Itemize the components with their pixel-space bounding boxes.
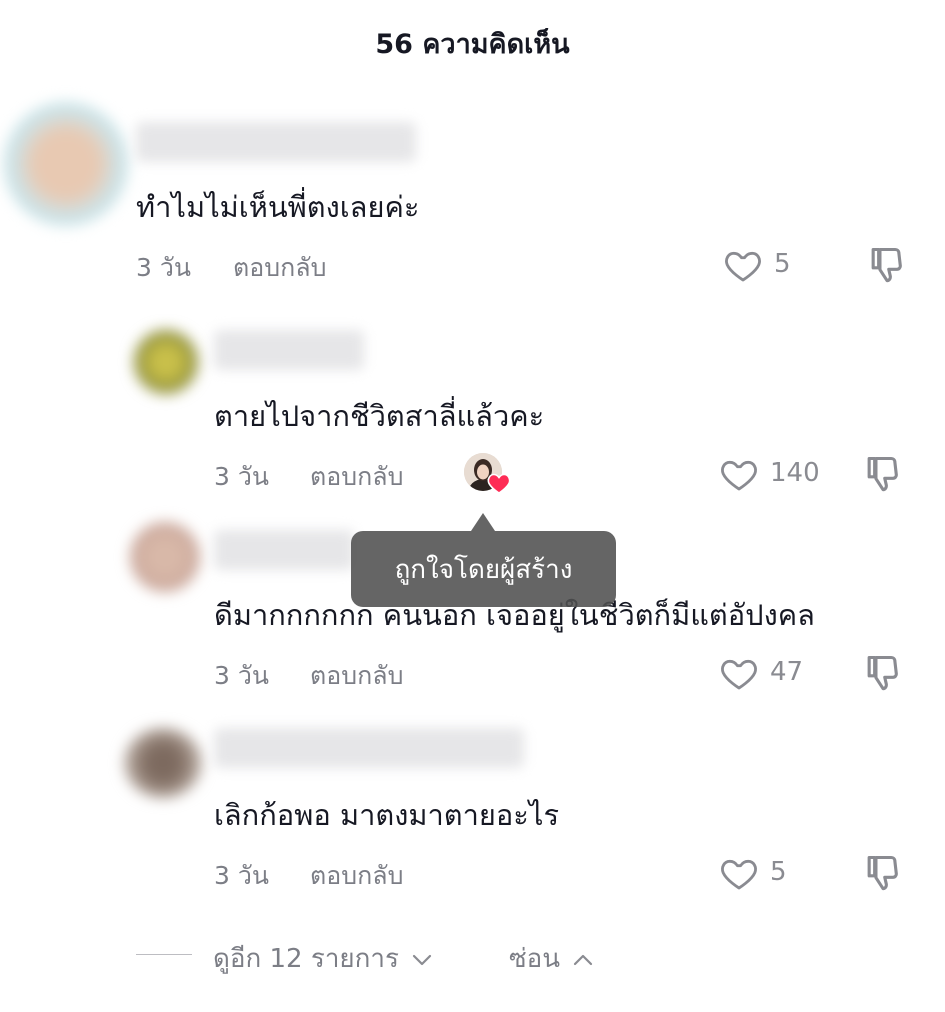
- hide-label: ซ่อน: [509, 944, 561, 974]
- avatar[interactable]: [124, 728, 202, 798]
- avatar[interactable]: [4, 102, 128, 226]
- comment-time: 3 วัน: [214, 861, 269, 890]
- heart-outline-icon[interactable]: [721, 245, 765, 285]
- thumbs-down-icon[interactable]: [860, 852, 904, 896]
- heart-outline-icon[interactable]: [717, 454, 761, 494]
- reply-button[interactable]: ตอบกลับ: [310, 856, 403, 896]
- tooltip-arrow: [471, 513, 495, 531]
- like-count: 5: [774, 249, 791, 279]
- avatar[interactable]: [130, 522, 200, 592]
- username-blurred[interactable]: [214, 530, 354, 570]
- username-blurred[interactable]: [136, 122, 416, 162]
- reply-button[interactable]: ตอบกลับ: [310, 656, 403, 696]
- comment-text: เลิกก้อพอ มาตงมาตายอะไร: [214, 798, 560, 832]
- tooltip-text: ถูกใจโดยผู้สร้าง: [394, 554, 573, 585]
- thumbs-down-icon[interactable]: [860, 652, 904, 696]
- heart-outline-icon[interactable]: [717, 653, 761, 693]
- comment-text: ทำไมไม่เห็นพี่ตงเลยค่ะ: [136, 190, 420, 224]
- like-count: 47: [770, 657, 804, 687]
- creator-liked-tooltip: ถูกใจโดยผู้สร้าง: [351, 531, 616, 607]
- comment-time: 3 วัน: [214, 462, 269, 491]
- chevron-up-icon: [574, 954, 593, 966]
- username-blurred[interactable]: [214, 330, 364, 370]
- thumbs-down-icon[interactable]: [860, 453, 904, 497]
- page-title: 56 ความคิดเห็น: [375, 29, 570, 60]
- comment-text: ตายไปจากชีวิตสาลี่แล้วคะ: [214, 399, 545, 433]
- comment-time: 3 วัน: [214, 661, 269, 690]
- like-count: 5: [770, 857, 787, 887]
- reply-button[interactable]: ตอบกลับ: [310, 457, 403, 497]
- like-count: 140: [770, 458, 820, 488]
- avatar[interactable]: [134, 330, 198, 394]
- view-more-label: ดูอีก 12 รายการ: [213, 944, 399, 974]
- username-blurred[interactable]: [214, 728, 524, 768]
- heart-filled-icon: [487, 473, 511, 494]
- reply-button[interactable]: ตอบกลับ: [233, 248, 326, 288]
- view-more-replies-button[interactable]: ดูอีก 12 รายการ: [213, 938, 433, 979]
- comment-time: 3 วัน: [136, 253, 191, 282]
- hide-replies-button[interactable]: ซ่อน: [509, 938, 594, 979]
- heart-outline-icon[interactable]: [717, 853, 761, 893]
- divider: [136, 954, 192, 955]
- thumbs-down-icon[interactable]: [864, 244, 908, 288]
- chevron-down-icon: [413, 954, 432, 966]
